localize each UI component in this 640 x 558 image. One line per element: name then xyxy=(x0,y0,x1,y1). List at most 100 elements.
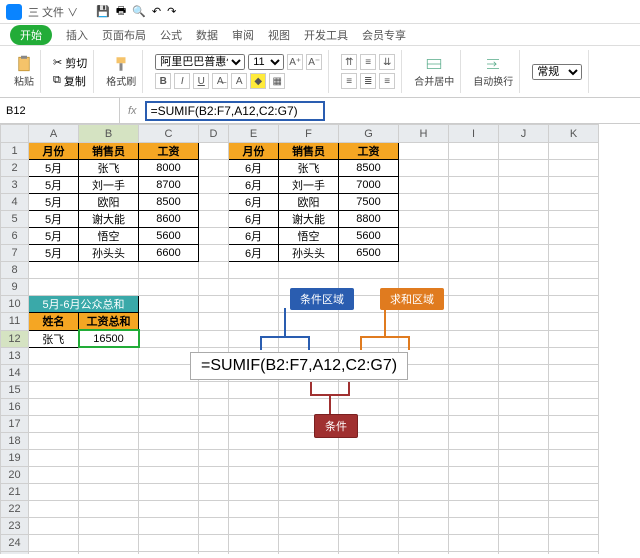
cell-A14[interactable] xyxy=(29,364,79,381)
cell-D1[interactable] xyxy=(199,143,229,160)
cell-K1[interactable] xyxy=(549,143,599,160)
cell-B25[interactable] xyxy=(79,551,139,554)
cell-C25[interactable] xyxy=(139,551,199,554)
cell-J14[interactable] xyxy=(499,364,549,381)
cell-B11[interactable]: 工资总和 xyxy=(79,313,139,331)
cell-I19[interactable] xyxy=(449,449,499,466)
cell-H8[interactable] xyxy=(399,262,449,279)
row-header-13[interactable]: 13 xyxy=(1,347,29,364)
cell-C5[interactable]: 8600 xyxy=(139,211,199,228)
cell-F4[interactable]: 欧阳 xyxy=(279,194,339,211)
cell-E9[interactable] xyxy=(229,279,279,296)
cell-E2[interactable]: 6月 xyxy=(229,160,279,177)
row-header-3[interactable]: 3 xyxy=(1,177,29,194)
cell-E21[interactable] xyxy=(229,483,279,500)
cell-A13[interactable] xyxy=(29,347,79,364)
cell-E19[interactable] xyxy=(229,449,279,466)
cell-A2[interactable]: 5月 xyxy=(29,160,79,177)
cell-A4[interactable]: 5月 xyxy=(29,194,79,211)
cell-H24[interactable] xyxy=(399,534,449,551)
cell-D4[interactable] xyxy=(199,194,229,211)
cell-F10[interactable] xyxy=(279,296,339,313)
cell-C12[interactable] xyxy=(139,330,199,347)
font-select[interactable]: 阿里巴巴普惠体 xyxy=(155,54,245,70)
underline-icon[interactable]: U xyxy=(193,73,209,89)
cell-J6[interactable] xyxy=(499,228,549,245)
cell-C1[interactable]: 工资 xyxy=(139,143,199,160)
cell-K23[interactable] xyxy=(549,517,599,534)
cell-J9[interactable] xyxy=(499,279,549,296)
cell-D2[interactable] xyxy=(199,160,229,177)
cell-A18[interactable] xyxy=(29,432,79,449)
cell-H11[interactable] xyxy=(399,313,449,331)
col-header-D[interactable]: D xyxy=(199,125,229,143)
cell-A11[interactable]: 姓名 xyxy=(29,313,79,331)
cell-G8[interactable] xyxy=(339,262,399,279)
cell-G2[interactable]: 8500 xyxy=(339,160,399,177)
cell-D25[interactable] xyxy=(199,551,229,554)
border-icon[interactable]: ▦ xyxy=(269,73,285,89)
cell-K18[interactable] xyxy=(549,432,599,449)
font-color-icon[interactable]: A xyxy=(231,73,247,89)
cell-A21[interactable] xyxy=(29,483,79,500)
cell-F25[interactable] xyxy=(279,551,339,554)
cell-D15[interactable] xyxy=(199,381,229,398)
cell-K17[interactable] xyxy=(549,415,599,432)
tab-view[interactable]: 视图 xyxy=(268,27,290,43)
italic-icon[interactable]: I xyxy=(174,73,190,89)
cell-C7[interactable]: 6600 xyxy=(139,245,199,262)
cell-J13[interactable] xyxy=(499,347,549,364)
cell-H21[interactable] xyxy=(399,483,449,500)
cell-K24[interactable] xyxy=(549,534,599,551)
size-select[interactable]: 11 xyxy=(248,54,284,70)
cell-F8[interactable] xyxy=(279,262,339,279)
cell-K3[interactable] xyxy=(549,177,599,194)
cell-F1[interactable]: 销售员 xyxy=(279,143,339,160)
cell-K7[interactable] xyxy=(549,245,599,262)
cell-H18[interactable] xyxy=(399,432,449,449)
preview-icon[interactable]: 🔍 xyxy=(132,5,146,18)
cell-A12[interactable]: 张飞 xyxy=(29,330,79,347)
cell-A19[interactable] xyxy=(29,449,79,466)
cell-G4[interactable]: 7500 xyxy=(339,194,399,211)
cell-A8[interactable] xyxy=(29,262,79,279)
strike-icon[interactable]: A̶ xyxy=(212,73,228,89)
col-header-K[interactable]: K xyxy=(549,125,599,143)
row-header-23[interactable]: 23 xyxy=(1,517,29,534)
cell-H3[interactable] xyxy=(399,177,449,194)
cell-A25[interactable] xyxy=(29,551,79,554)
cell-K14[interactable] xyxy=(549,364,599,381)
cut-button[interactable]: ✂ 剪切 xyxy=(53,55,87,71)
cell-D5[interactable] xyxy=(199,211,229,228)
cell-H4[interactable] xyxy=(399,194,449,211)
cell-F7[interactable]: 孙头头 xyxy=(279,245,339,262)
row-header-20[interactable]: 20 xyxy=(1,466,29,483)
cell-F23[interactable] xyxy=(279,517,339,534)
cell-J22[interactable] xyxy=(499,500,549,517)
cell-E20[interactable] xyxy=(229,466,279,483)
cell-B16[interactable] xyxy=(79,398,139,415)
cell-K12[interactable] xyxy=(549,330,599,347)
cell-I14[interactable] xyxy=(449,364,499,381)
cell-B8[interactable] xyxy=(79,262,139,279)
cell-C3[interactable]: 8700 xyxy=(139,177,199,194)
cell-B22[interactable] xyxy=(79,500,139,517)
cell-I16[interactable] xyxy=(449,398,499,415)
cell-A7[interactable]: 5月 xyxy=(29,245,79,262)
row-header-25[interactable]: 25 xyxy=(1,551,29,554)
cell-E5[interactable]: 6月 xyxy=(229,211,279,228)
cell-I23[interactable] xyxy=(449,517,499,534)
cell-I6[interactable] xyxy=(449,228,499,245)
cell-K16[interactable] xyxy=(549,398,599,415)
cell-F9[interactable] xyxy=(279,279,339,296)
cell-C15[interactable] xyxy=(139,381,199,398)
tab-start[interactable]: 开始 xyxy=(10,25,52,45)
cell-I25[interactable] xyxy=(449,551,499,554)
tab-review[interactable]: 审阅 xyxy=(232,27,254,43)
cell-H19[interactable] xyxy=(399,449,449,466)
row-header-21[interactable]: 21 xyxy=(1,483,29,500)
cell-I2[interactable] xyxy=(449,160,499,177)
cell-C24[interactable] xyxy=(139,534,199,551)
cell-B17[interactable] xyxy=(79,415,139,432)
cell-H17[interactable] xyxy=(399,415,449,432)
